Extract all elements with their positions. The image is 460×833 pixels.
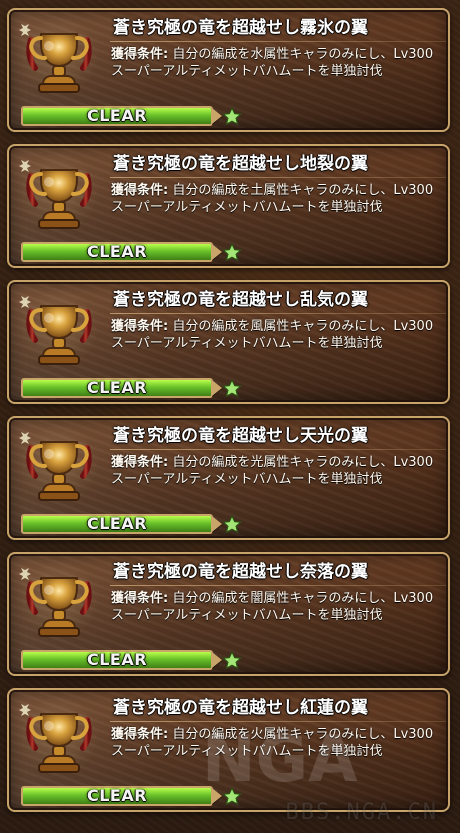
achievement-card[interactable]: 蒼き究極の竜を超越せし霧氷の翼 獲得条件: 自分の編成を水属性キャラのみにし、L… bbox=[7, 8, 450, 132]
clear-label: CLEAR bbox=[86, 786, 148, 805]
clear-progress-bar: CLEAR bbox=[21, 650, 222, 670]
achievement-title: 蒼き究極の竜を超越せし天光の翼 bbox=[113, 426, 368, 446]
condition-label: 獲得条件: bbox=[111, 183, 169, 198]
condition-label: 獲得条件: bbox=[111, 455, 169, 470]
achievement-description: 獲得条件: 自分の編成を光属性キャラのみにし、Lv300 スーパーアルティメット… bbox=[111, 454, 446, 488]
trophy-icon bbox=[19, 290, 99, 374]
achievement-title: 蒼き究極の竜を超越せし地裂の翼 bbox=[113, 154, 368, 174]
achievement-title: 蒼き究極の竜を超越せし紅蓮の翼 bbox=[113, 698, 368, 718]
star-icon bbox=[221, 650, 243, 670]
star-icon bbox=[221, 378, 243, 398]
title-divider bbox=[110, 449, 446, 450]
star-icon bbox=[221, 786, 243, 806]
achievement-card[interactable]: 蒼き究極の竜を超越せし乱気の翼 獲得条件: 自分の編成を風属性キャラのみにし、L… bbox=[7, 280, 450, 404]
clear-label: CLEAR bbox=[86, 378, 148, 397]
trophy-icon bbox=[19, 18, 99, 102]
condition-label: 獲得条件: bbox=[111, 727, 169, 742]
condition-label: 獲得条件: bbox=[111, 591, 169, 606]
clear-progress-bar: CLEAR bbox=[21, 514, 222, 534]
trophy-icon bbox=[19, 154, 99, 238]
achievement-card[interactable]: 蒼き究極の竜を超越せし地裂の翼 獲得条件: 自分の編成を土属性キャラのみにし、L… bbox=[7, 144, 450, 268]
clear-progress-bar: CLEAR bbox=[21, 242, 222, 262]
star-icon bbox=[221, 242, 243, 262]
achievement-title: 蒼き究極の竜を超越せし霧氷の翼 bbox=[113, 18, 368, 38]
clear-progress-bar: CLEAR bbox=[21, 786, 222, 806]
star-icon bbox=[221, 514, 243, 534]
achievement-description: 獲得条件: 自分の編成を風属性キャラのみにし、Lv300 スーパーアルティメット… bbox=[111, 318, 446, 352]
achievement-description: 獲得条件: 自分の編成を闇属性キャラのみにし、Lv300 スーパーアルティメット… bbox=[111, 590, 446, 624]
clear-label: CLEAR bbox=[86, 242, 148, 261]
trophy-icon bbox=[19, 426, 99, 510]
clear-label: CLEAR bbox=[86, 106, 148, 125]
achievement-description: 獲得条件: 自分の編成を火属性キャラのみにし、Lv300 スーパーアルティメット… bbox=[111, 726, 446, 760]
achievement-description: 獲得条件: 自分の編成を水属性キャラのみにし、Lv300 スーパーアルティメット… bbox=[111, 46, 446, 80]
title-divider bbox=[110, 177, 446, 178]
achievement-title: 蒼き究極の竜を超越せし乱気の翼 bbox=[113, 290, 368, 310]
clear-progress-bar: CLEAR bbox=[21, 378, 222, 398]
trophy-icon bbox=[19, 698, 99, 782]
trophy-icon bbox=[19, 562, 99, 646]
achievement-card[interactable]: 蒼き究極の竜を超越せし紅蓮の翼 獲得条件: 自分の編成を火属性キャラのみにし、L… bbox=[7, 688, 450, 812]
clear-progress-bar: CLEAR bbox=[21, 106, 222, 126]
title-divider bbox=[110, 585, 446, 586]
condition-label: 獲得条件: bbox=[111, 47, 169, 62]
condition-label: 獲得条件: bbox=[111, 319, 169, 334]
achievement-description: 獲得条件: 自分の編成を土属性キャラのみにし、Lv300 スーパーアルティメット… bbox=[111, 182, 446, 216]
clear-label: CLEAR bbox=[86, 514, 148, 533]
clear-label: CLEAR bbox=[86, 650, 148, 669]
title-divider bbox=[110, 721, 446, 722]
achievement-title: 蒼き究極の竜を超越せし奈落の翼 bbox=[113, 562, 368, 582]
achievement-card[interactable]: 蒼き究極の竜を超越せし奈落の翼 獲得条件: 自分の編成を闇属性キャラのみにし、L… bbox=[7, 552, 450, 676]
star-icon bbox=[221, 106, 243, 126]
achievement-list: 蒼き究極の竜を超越せし霧氷の翼 獲得条件: 自分の編成を水属性キャラのみにし、L… bbox=[0, 0, 460, 833]
achievement-card[interactable]: 蒼き究極の竜を超越せし天光の翼 獲得条件: 自分の編成を光属性キャラのみにし、L… bbox=[7, 416, 450, 540]
title-divider bbox=[110, 313, 446, 314]
title-divider bbox=[110, 41, 446, 42]
